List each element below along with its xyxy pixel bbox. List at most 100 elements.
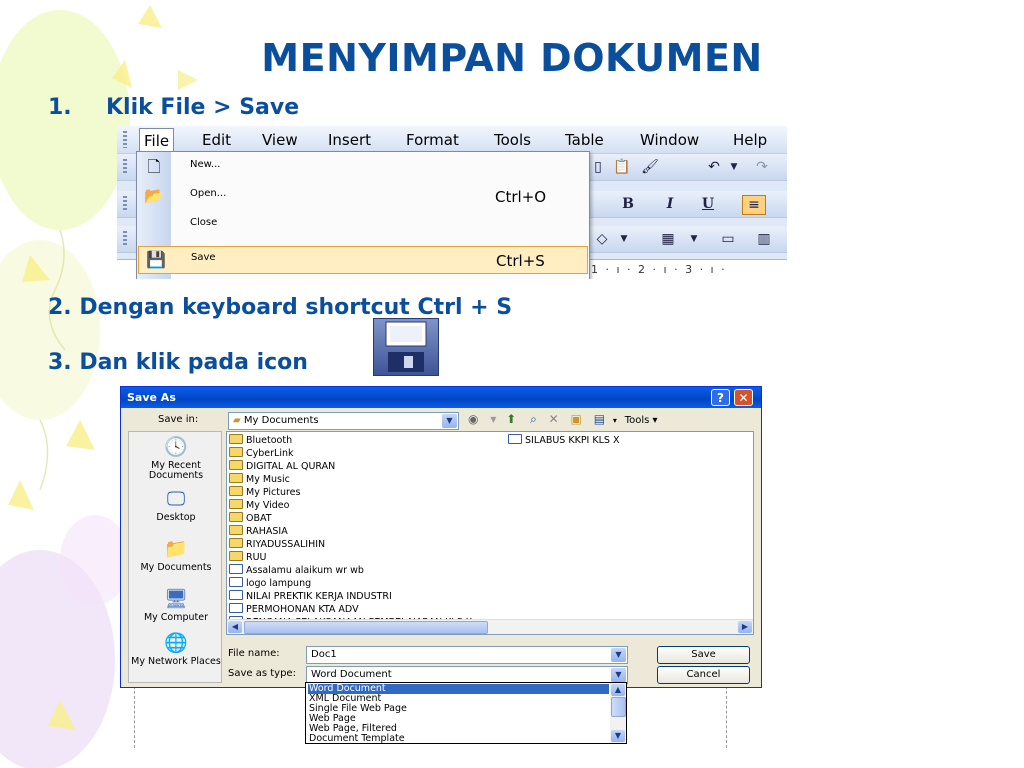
toolbar-grip[interactable] (123, 131, 127, 148)
scroll-left-icon[interactable]: ◀ (228, 621, 242, 633)
scroll-up-icon[interactable]: ▲ (611, 684, 625, 696)
menu-format[interactable]: Format (402, 130, 463, 150)
menu-edit[interactable]: Edit (198, 130, 235, 150)
scroll-down-icon[interactable]: ▼ (611, 730, 625, 742)
menu-tools[interactable]: Tools (490, 130, 535, 150)
folder-icon (229, 525, 243, 535)
scroll-thumb[interactable] (244, 621, 488, 634)
table-dropdown-icon[interactable]: ▼ (683, 230, 705, 248)
file-list: Bluetooth CyberLink DIGITAL AL QURAN My Mus… (226, 431, 754, 635)
word-document-icon (229, 603, 243, 613)
chevron-down-icon[interactable]: ▼ (611, 668, 626, 682)
undo-icon[interactable]: ↶ (703, 158, 725, 176)
menu-help[interactable]: Help (729, 130, 771, 150)
format-painter-icon[interactable]: 🖌 (639, 158, 661, 176)
place-my-network-places[interactable]: 🌐 My Network Places (129, 632, 223, 667)
folder-icon (229, 512, 243, 522)
views-dropdown-icon[interactable]: ▾ (613, 416, 617, 425)
place-my-documents[interactable]: 📁 My Documents (129, 538, 223, 573)
document-item[interactable]: NILAI PREKTIK KERJA INDUSTRI (229, 590, 392, 603)
place-my-computer[interactable]: 🖥 My Computer (129, 588, 223, 623)
document-item[interactable]: PERMOHONAN KTA ADV (229, 603, 359, 616)
dialog-titlebar[interactable]: Save As ? ✕ (121, 387, 761, 408)
folder-item[interactable]: My Video (229, 499, 289, 512)
folder-item[interactable]: CyberLink (229, 447, 294, 460)
tools-menu[interactable]: Tools ▾ (625, 415, 658, 426)
save-in-dropdown[interactable]: ▰ My Documents ▼ (228, 412, 459, 430)
italic-button[interactable]: I (659, 195, 681, 213)
views-icon[interactable]: ▤ (594, 412, 605, 426)
place-desktop[interactable]: 🖵 Desktop (129, 488, 223, 523)
menu-item-label: New... (190, 159, 221, 170)
menu-insert[interactable]: Insert (324, 130, 375, 150)
toolbar-grip[interactable] (123, 231, 127, 247)
chevron-down-icon[interactable]: ▼ (611, 648, 626, 662)
document-item[interactable]: Assalamu alaikum wr wb (229, 564, 364, 577)
menu-item-close[interactable]: Close (137, 212, 589, 240)
menu-window[interactable]: Window (636, 130, 703, 150)
redo-icon[interactable]: ↷ (751, 158, 773, 176)
word-document-icon (508, 434, 522, 444)
table-icon[interactable]: ▦ (657, 230, 679, 248)
places-bar: 🕓 My Recent Documents 🖵 Desktop 📁 My Doc… (128, 431, 222, 683)
my-documents-icon: 📁 (164, 538, 188, 560)
open-folder-icon: 📂 (144, 186, 164, 205)
toolbar-grip[interactable] (123, 159, 127, 175)
document-item[interactable]: SILABUS KKPI KLS X (508, 434, 619, 447)
type-option[interactable]: Document Template (308, 734, 609, 744)
help-button[interactable]: ? (711, 389, 730, 406)
bold-button[interactable]: B (617, 195, 639, 213)
underline-button[interactable]: U (697, 195, 719, 213)
folder-item[interactable]: OBAT (229, 512, 272, 525)
folder-item[interactable]: My Music (229, 473, 290, 486)
search-web-icon[interactable]: ⌕ (530, 412, 537, 426)
shading-dropdown-icon[interactable]: ▼ (613, 230, 635, 248)
file-name: Assalamu alaikum wr wb (246, 565, 364, 576)
scroll-thumb[interactable] (611, 697, 626, 717)
menu-table[interactable]: Table (561, 130, 608, 150)
tools-label: Tools (624, 415, 650, 426)
file-name: DIGITAL AL QURAN (246, 461, 336, 472)
save-type-options-list: Word Document XML Document Single File Web… (305, 682, 627, 744)
folder-item[interactable]: RAHASIA (229, 525, 288, 538)
word-menubar: File Edit View Insert Format Tools Table… (117, 126, 787, 154)
file-name-input[interactable]: Doc1 ▼ (306, 646, 628, 664)
place-my-recent-documents[interactable]: 🕓 My Recent Documents (129, 436, 223, 481)
menu-item-save[interactable]: 💾 Save Ctrl+S (138, 246, 588, 274)
undo-dropdown-icon[interactable]: ▼ (723, 158, 745, 176)
scroll-right-icon[interactable]: ▶ (738, 621, 752, 633)
paste-icon[interactable]: 📋 (611, 158, 633, 176)
back-dropdown-icon[interactable]: ▾ (490, 412, 496, 426)
place-label: My Documents (140, 562, 212, 573)
folder-item[interactable]: DIGITAL AL QURAN (229, 460, 335, 473)
save-as-dialog: Save As ? ✕ Save in: ▰ My Documents ▼ ◉ … (120, 386, 762, 688)
save-button[interactable]: Save (657, 646, 750, 664)
toolbar-grip[interactable] (123, 196, 127, 212)
menu-view[interactable]: View (258, 130, 302, 150)
shading-icon[interactable]: ◇ (591, 230, 613, 248)
folder-item[interactable]: My Pictures (229, 486, 300, 499)
align-left-icon[interactable]: ≡ (742, 195, 766, 215)
file-name: CyberLink (246, 448, 294, 459)
columns-icon[interactable]: ▥ (753, 230, 775, 248)
new-folder-icon[interactable]: ▣ (571, 412, 582, 426)
horizontal-scrollbar[interactable]: ◀ ▶ (227, 619, 753, 634)
menu-item-open[interactable]: 📂 Open... Ctrl+O (137, 183, 589, 211)
save-floppy-icon[interactable] (373, 318, 439, 376)
folder-item[interactable]: RIYADUSSALIHIN (229, 538, 325, 551)
folder-icon: ▰ (233, 415, 241, 426)
delete-icon[interactable]: ✕ (549, 412, 559, 426)
folder-item[interactable]: RUU (229, 551, 267, 564)
cancel-button[interactable]: Cancel (657, 666, 750, 684)
word-document-icon (229, 577, 243, 587)
menu-item-new[interactable]: 🗋 New... (137, 154, 589, 182)
up-folder-icon[interactable]: ⬆ (506, 412, 516, 426)
close-button[interactable]: ✕ (734, 389, 753, 406)
copy-icon[interactable]: ▯ (587, 158, 609, 176)
document-item[interactable]: logo lampung (229, 577, 311, 590)
vertical-scrollbar[interactable]: ▲ ▼ (610, 683, 626, 743)
borders-icon[interactable]: ▭ (717, 230, 739, 248)
back-icon[interactable]: ◉ (468, 412, 478, 426)
folder-item[interactable]: Bluetooth (229, 434, 292, 447)
file-menu-dropdown: 🗋 New... 📂 Open... Ctrl+O Close 💾 Save C… (136, 151, 590, 279)
